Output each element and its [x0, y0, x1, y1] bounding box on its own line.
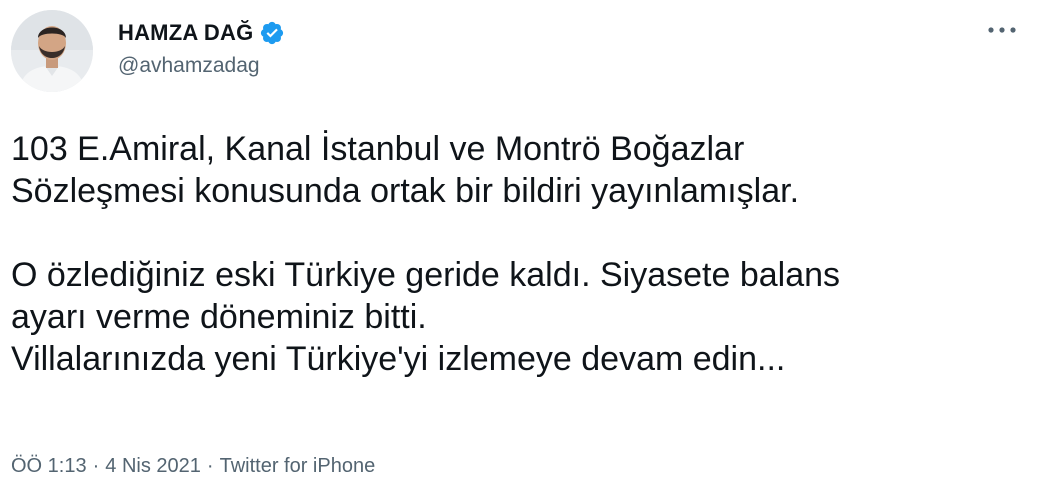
tweet-date-link[interactable]: 4 Nis 2021	[105, 455, 201, 478]
verified-badge-icon	[261, 21, 284, 45]
more-options-icon	[988, 27, 1016, 33]
avatar-image	[11, 10, 93, 92]
author-name-row: HAMZA DAĞ	[118, 20, 285, 46]
tweet-line-5: Villalarınızda yeni Türkiye'yi izlemeye …	[11, 340, 786, 378]
tweet-line-1: 103 E.Amiral, Kanal İstanbul ve Montrö B…	[11, 130, 745, 168]
tweet-metadata: ÖÖ 1:13 · 4 Nis 2021 · Twitter for iPhon…	[11, 455, 375, 478]
more-options-button[interactable]	[982, 16, 1022, 44]
tweet-line-4: ayarı verme döneminiz bitti.	[11, 298, 427, 336]
meta-separator: ·	[206, 455, 214, 477]
tweet-text: 103 E.Amiral, Kanal İstanbul ve Montrö B…	[11, 128, 1031, 380]
tweet-paragraph-gap	[11, 212, 1031, 254]
tweet-line-2: Sözleşmesi konusunda ortak bir bildiri y…	[11, 172, 800, 210]
tweet-card: HAMZA DAĞ @avhamzadag 103 E.Amiral, Kana…	[0, 0, 1053, 485]
user-handle[interactable]: @avhamzadag	[118, 54, 260, 78]
avatar[interactable]	[11, 10, 93, 92]
display-name[interactable]: HAMZA DAĞ	[118, 20, 253, 46]
tweet-time-link[interactable]: ÖÖ 1:13	[11, 455, 87, 478]
meta-separator: ·	[92, 455, 100, 477]
tweet-source-link[interactable]: Twitter for iPhone	[220, 455, 376, 478]
tweet-line-3: O özlediğiniz eski Türkiye geride kaldı.…	[11, 256, 841, 294]
